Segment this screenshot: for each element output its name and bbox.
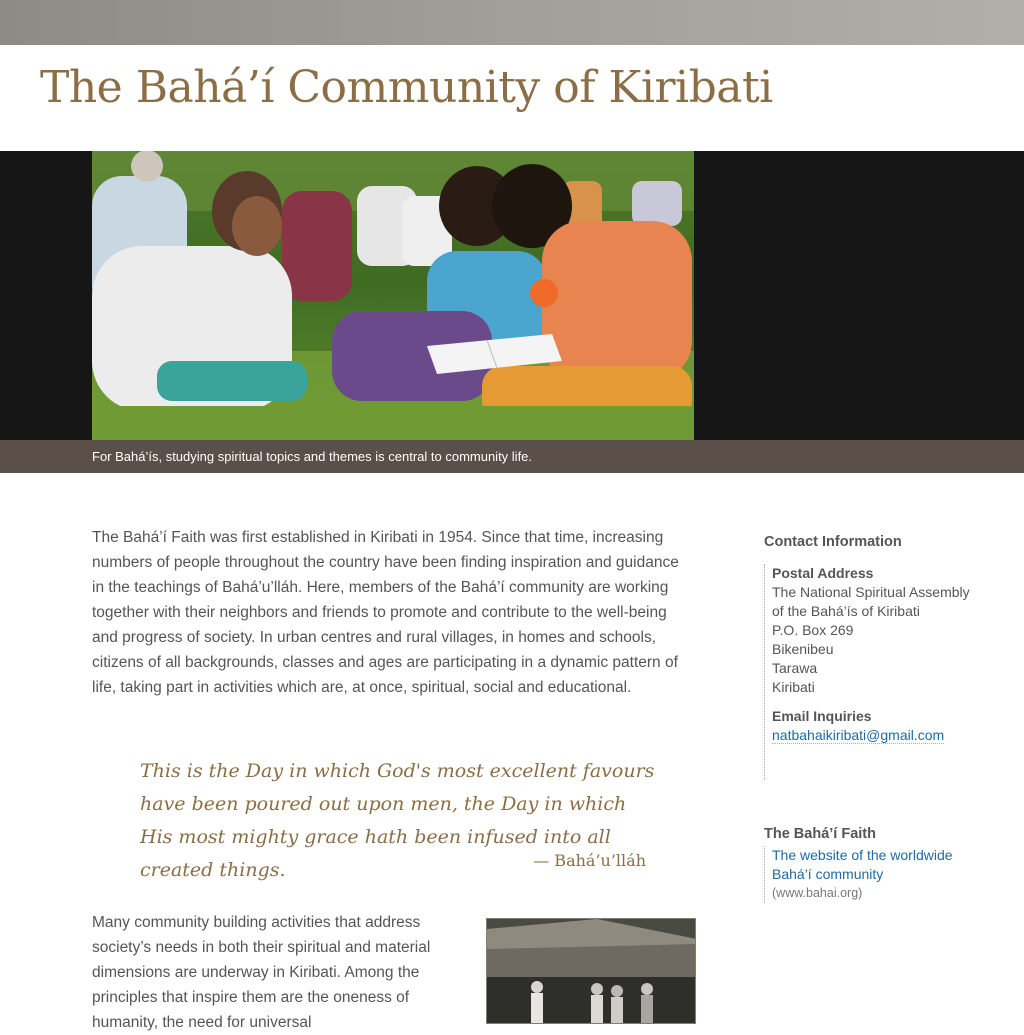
quote-author: — Bahá’u’lláh [533,851,646,870]
historical-photo [486,918,696,1024]
email-link[interactable]: natbahaikiribati@gmail.com [772,727,945,744]
intro-paragraph: The Bahá’í Faith was first established i… [92,529,679,696]
contact-block: Postal Address The National Spiritual As… [764,564,970,780]
postal-line: Tarawa [772,660,818,676]
hero-photo [92,151,694,440]
top-banner-bar [0,0,1024,45]
site-title[interactable]: The Bahá’í Community of Kiribati [40,62,773,113]
hero-caption: For Bahá’ís, studying spiritual topics a… [92,449,533,464]
postal-label: Postal Address [772,565,874,581]
postal-line: P.O. Box 269 [772,622,854,638]
postal-line: of the Bahá’ís of Kiribati [772,603,920,619]
bahai-url: (www.bahai.org) [772,886,863,900]
postal-line: Bikenibeu [772,641,834,657]
quote-block: This is the Day in which God's most exce… [140,755,660,887]
faith-block: The website of the worldwide Bahá’í comm… [764,846,977,903]
contact-heading: Contact Information [764,534,902,550]
postal-line: The National Spiritual Assembly [772,584,970,600]
community-paragraph: Many community building activities that … [92,914,431,1031]
postal-line: Kiribati [772,679,815,695]
bahai-website-link[interactable]: The website of the worldwide Bahá’í comm… [772,847,953,882]
faith-heading: The Bahá’í Faith [764,826,876,842]
email-label: Email Inquiries [772,708,872,724]
